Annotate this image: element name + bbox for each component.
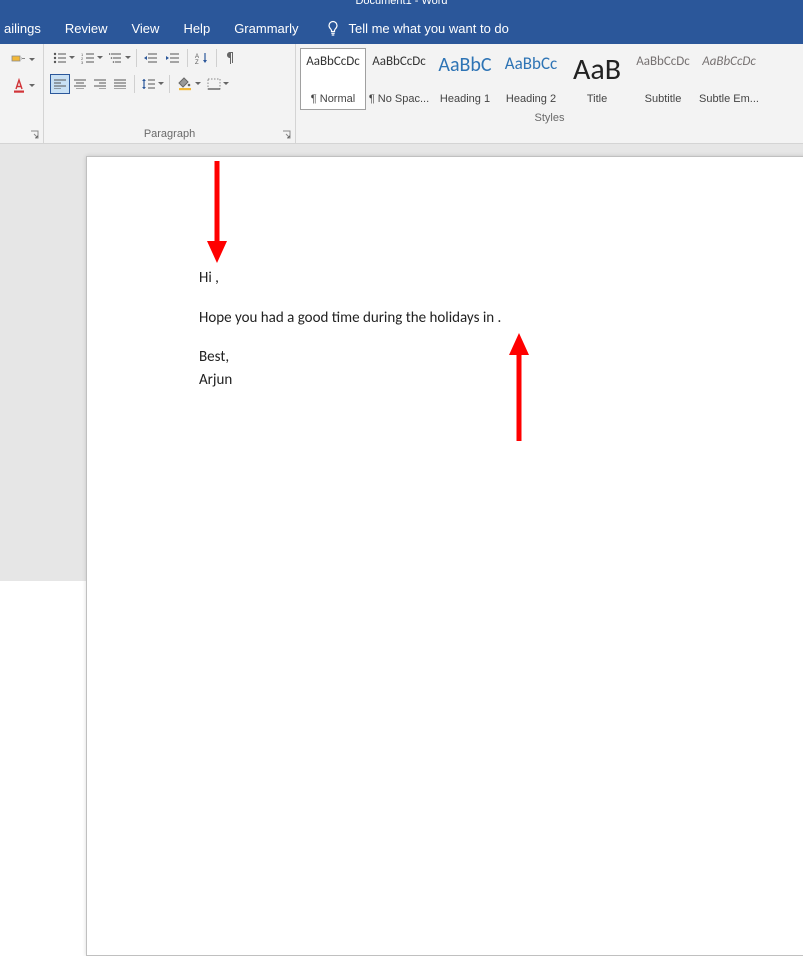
chevron-down-icon (29, 58, 35, 62)
page[interactable]: Hi , Hope you had a good time during the… (86, 156, 803, 956)
sort-button[interactable]: AZ (192, 48, 212, 68)
styles-label-text: Styles (535, 112, 565, 124)
svg-text:Z: Z (195, 60, 199, 64)
style-name: Subtitle (645, 93, 682, 105)
tab-view[interactable]: View (119, 15, 171, 42)
style-name: Heading 1 (440, 93, 490, 105)
dialog-launcher-icon[interactable] (30, 130, 40, 140)
tab-grammarly[interactable]: Grammarly (222, 15, 310, 42)
lightbulb-icon (326, 20, 340, 36)
tell-me-label: Tell me what you want to do (348, 21, 508, 36)
style-swatch[interactable]: AaBbCcDc Subtle Em... (696, 48, 762, 110)
style-name: Subtle Em... (699, 93, 759, 105)
bullets-button[interactable] (50, 48, 76, 68)
group-paragraph: 123 AZ (44, 44, 296, 143)
chevron-down-icon (29, 84, 35, 88)
chevron-down-icon (223, 82, 229, 86)
group-styles: AaBbCcDc¶ NormalAaBbCcDc¶ No Spac...AaBb… (296, 44, 803, 143)
group-paragraph-label: Paragraph (44, 126, 295, 143)
title-bar: Document1 - Word (0, 0, 803, 12)
annotation-arrow-down (205, 161, 229, 265)
style-swatch[interactable]: AaBbCcDc Subtitle (630, 48, 696, 110)
chevron-down-icon (125, 56, 131, 60)
window-title: Document1 - Word (355, 0, 447, 7)
text-signature: Arjun (199, 371, 232, 389)
tab-mailings[interactable]: ailings (4, 15, 53, 42)
separator (136, 49, 137, 67)
style-name: ¶ No Spac... (369, 93, 429, 105)
tab-help[interactable]: Help (171, 15, 222, 42)
paragraph[interactable]: Hope you had a good time during the holi… (199, 307, 693, 330)
align-left-button[interactable] (50, 74, 70, 94)
text-closing: Best, (199, 348, 229, 366)
separator (134, 75, 135, 93)
ribbon: 123 AZ (0, 44, 803, 144)
chevron-down-icon (69, 56, 75, 60)
paragraph-label-text: Paragraph (144, 128, 195, 140)
show-hide-pilcrow-button[interactable] (221, 48, 239, 68)
text-body: Hope you had a good time during the holi… (199, 309, 501, 327)
style-preview: AaBbCcDc (702, 55, 756, 68)
style-preview: AaBbCcDc (372, 55, 426, 68)
chevron-down-icon (97, 56, 103, 60)
tell-me-search[interactable]: Tell me what you want to do (326, 20, 508, 36)
separator (216, 49, 217, 67)
text-greeting: Hi , (199, 269, 219, 287)
style-preview: AaB (573, 55, 621, 85)
dialog-launcher-icon[interactable] (282, 130, 292, 140)
align-center-button[interactable] (70, 74, 90, 94)
style-preview: AaBbC (438, 55, 491, 75)
style-swatch[interactable]: AaBbCcDc ¶ No Spac... (366, 48, 432, 110)
style-swatch[interactable]: AaBbCcDc ¶ Normal (300, 48, 366, 110)
numbering-button[interactable]: 123 (78, 48, 104, 68)
separator (187, 49, 188, 67)
line-spacing-button[interactable] (139, 74, 165, 94)
multilevel-list-button[interactable] (106, 48, 132, 68)
shading-button[interactable] (174, 74, 202, 94)
style-name: ¶ Normal (311, 93, 355, 105)
chevron-down-icon (195, 82, 201, 86)
style-preview: AaBbCcDc (306, 55, 360, 68)
font-color-button[interactable] (8, 76, 36, 96)
style-name: Title (587, 93, 607, 105)
decrease-indent-button[interactable] (141, 48, 161, 68)
align-right-button[interactable] (90, 74, 110, 94)
align-justify-button[interactable] (110, 74, 130, 94)
format-painter-button[interactable] (8, 50, 36, 70)
group-clipboard (0, 44, 44, 143)
svg-text:3: 3 (81, 60, 84, 64)
paragraph[interactable]: Hi , (199, 267, 693, 290)
document-body[interactable]: Hi , Hope you had a good time during the… (199, 267, 693, 391)
style-swatch[interactable]: AaBbC Heading 1 (432, 48, 498, 110)
increase-indent-button[interactable] (163, 48, 183, 68)
styles-gallery[interactable]: AaBbCcDc¶ NormalAaBbCcDc¶ No Spac...AaBb… (296, 44, 803, 110)
tab-review[interactable]: Review (53, 15, 120, 42)
chevron-down-icon (158, 82, 164, 86)
style-swatch[interactable]: AaB Title (564, 48, 630, 110)
ribbon-tabs: ailings Review View Help Grammarly Tell … (0, 12, 803, 44)
style-swatch[interactable]: AaBbCc Heading 2 (498, 48, 564, 110)
separator (169, 75, 170, 93)
style-name: Heading 2 (506, 93, 556, 105)
style-preview: AaBbCc (505, 55, 557, 72)
borders-button[interactable] (204, 74, 230, 94)
style-preview: AaBbCcDc (636, 55, 690, 68)
group-styles-label: Styles (296, 110, 803, 127)
document-canvas[interactable]: Hi , Hope you had a good time during the… (0, 144, 803, 581)
paragraph[interactable]: Best, Arjun (199, 346, 693, 391)
group-clipboard-label (0, 138, 43, 143)
